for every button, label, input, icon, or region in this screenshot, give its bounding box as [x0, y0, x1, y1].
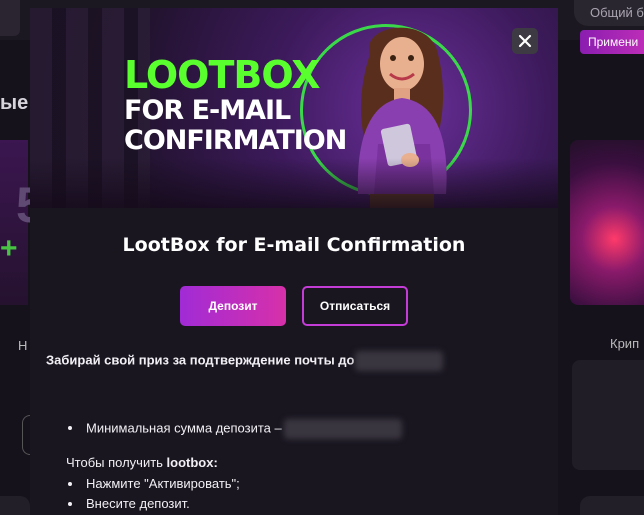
page-promo-card-plus-icon: +	[0, 232, 18, 265]
page-apply-button[interactable]: Примени	[580, 30, 644, 54]
page-bottom-left-element	[0, 496, 30, 515]
banner-title-lootbox: LOOTBOX	[124, 53, 321, 97]
how-to-text: Чтобы получить	[66, 455, 167, 470]
deposit-button[interactable]: Депозит	[180, 286, 286, 326]
min-deposit-text: Минимальная сумма депозита –	[86, 420, 282, 436]
page-search-input[interactable]: Общий б	[574, 0, 644, 26]
list-item: Внесите депозит.	[68, 495, 240, 513]
banner-title-line2: FOR E-MAIL	[124, 95, 291, 126]
page-bottom-right-element	[580, 496, 644, 515]
page-top-left-element[interactable]	[0, 0, 20, 36]
how-to-bold: lootbox:	[166, 455, 218, 470]
page-promo-card-label-right: Крип	[610, 336, 640, 351]
list-item: Минимальная сумма депозита –	[68, 419, 402, 439]
page-promo-card-right[interactable]	[570, 140, 644, 305]
unsubscribe-button[interactable]: Отписаться	[302, 286, 408, 326]
min-deposit-list: Минимальная сумма депозита –	[68, 419, 402, 439]
modal-title: LootBox for E-mail Confirmation	[122, 234, 466, 256]
page-promo-card-label-left: Н	[18, 338, 28, 353]
blurred-amount	[283, 419, 402, 439]
promo-banner: LOOTBOX FOR E-MAIL CONFIRMATION	[30, 8, 558, 208]
intro-text: Забирай свой приз за подтверждение почты…	[46, 352, 355, 368]
close-button[interactable]	[512, 28, 538, 54]
banner-floor-shadow	[30, 158, 558, 208]
close-icon	[518, 34, 532, 48]
lootbox-modal: LOOTBOX FOR E-MAIL CONFIRMATION LootBox …	[30, 8, 558, 515]
blurred-date	[354, 351, 443, 371]
banner-title-line3: CONFIRMATION	[124, 125, 347, 156]
page-right-panel	[572, 360, 644, 470]
steps-list: Нажмите "Активировать"; Внесите депозит.	[68, 475, 240, 515]
intro-paragraph: Забирай свой приз за подтверждение почты…	[46, 351, 443, 371]
list-item: Нажмите "Активировать";	[68, 475, 240, 493]
page-section-heading: ые	[0, 92, 28, 114]
how-to-paragraph: Чтобы получить lootbox:	[66, 455, 218, 470]
banner-title: LOOTBOX FOR E-MAIL CONFIRMATION	[124, 53, 347, 156]
